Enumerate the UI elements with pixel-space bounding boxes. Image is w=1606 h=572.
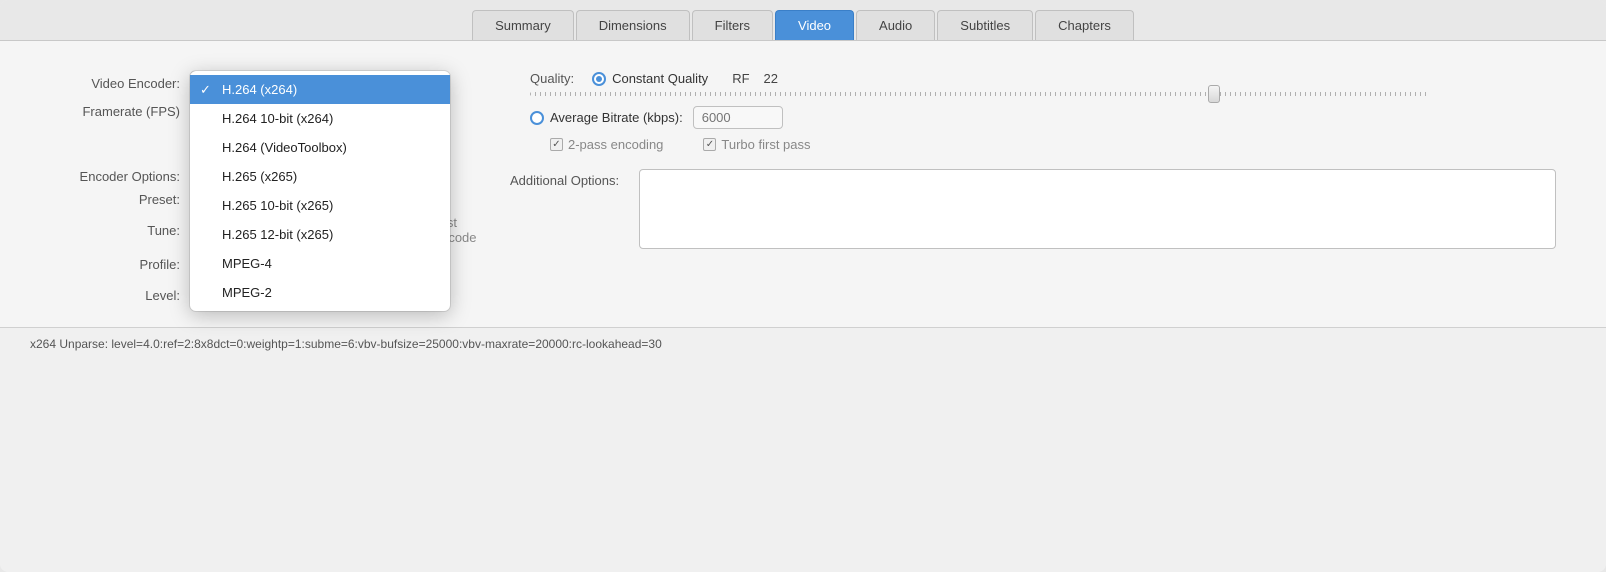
dropdown-item-label: MPEG-2 xyxy=(222,285,272,300)
constant-quality-radio[interactable] xyxy=(592,72,606,86)
bitrate-input[interactable] xyxy=(693,106,783,129)
dropdown-item-label: H.265 12-bit (x265) xyxy=(222,227,333,242)
turbo-checkbox-container[interactable]: Turbo first pass xyxy=(703,137,810,152)
rf-label: RF xyxy=(732,71,749,86)
avg-bitrate-radio-container[interactable]: Average Bitrate (kbps): xyxy=(530,110,683,125)
quality-top-row: Quality: Constant Quality RF 22 xyxy=(530,71,1556,86)
dropdown-item-h264-x264[interactable]: ✓ H.264 (x264) xyxy=(190,75,450,104)
app-window: Summary Dimensions Filters Video Audio S… xyxy=(0,0,1606,572)
quality-slider-thumb[interactable] xyxy=(1208,85,1220,103)
encoder-options-label: Encoder Options: xyxy=(50,169,180,184)
encoder-dropdown-menu: ✓ H.264 (x264) H.264 10-bit (x264) H.264… xyxy=(190,71,450,311)
dropdown-item-h265-12bit[interactable]: H.265 12-bit (x265) xyxy=(190,220,450,249)
tune-label: Tune: xyxy=(50,223,180,238)
quality-slider-container xyxy=(530,92,1556,96)
constant-quality-label: Constant Quality xyxy=(612,71,708,86)
status-text: x264 Unparse: level=4.0:ref=2:8x8dct=0:w… xyxy=(30,337,662,351)
additional-options-input[interactable] xyxy=(639,169,1556,249)
tab-audio[interactable]: Audio xyxy=(856,10,935,40)
avg-bitrate-label: Average Bitrate (kbps): xyxy=(550,110,683,125)
quality-label: Quality: xyxy=(530,71,574,86)
encoder-label: Video Encoder: xyxy=(50,76,180,91)
quality-slider-track[interactable] xyxy=(530,92,1430,96)
dropdown-item-h264-10bit[interactable]: H.264 10-bit (x264) xyxy=(190,104,450,133)
additional-options-label: Additional Options: xyxy=(510,173,619,188)
additional-options-section: Additional Options: xyxy=(510,169,1556,249)
tab-dimensions[interactable]: Dimensions xyxy=(576,10,690,40)
left-column: Video Encoder: H.264 (x264) ▲▼ ✓ H.264 (… xyxy=(50,71,490,119)
dropdown-item-label: H.264 10-bit (x264) xyxy=(222,111,333,126)
bitrate-row: Average Bitrate (kbps): xyxy=(530,106,1556,129)
status-bar: x264 Unparse: level=4.0:ref=2:8x8dct=0:w… xyxy=(0,327,1606,359)
turbo-checkbox[interactable] xyxy=(703,138,716,151)
checkmark-icon: ✓ xyxy=(200,82,211,98)
dropdown-item-mpeg4[interactable]: MPEG-4 xyxy=(190,249,450,278)
two-pass-checkbox[interactable] xyxy=(550,138,563,151)
encoder-dropdown-area: H.264 (x264) ▲▼ ✓ H.264 (x264) H.264 10-… xyxy=(190,71,440,96)
avg-bitrate-radio[interactable] xyxy=(530,111,544,125)
profile-label: Profile: xyxy=(50,257,180,272)
dropdown-item-label: H.264 (VideoToolbox) xyxy=(222,140,347,155)
framerate-label: Framerate (FPS) xyxy=(50,104,180,119)
dropdown-item-mpeg2[interactable]: MPEG-2 xyxy=(190,278,450,307)
level-label: Level: xyxy=(50,288,180,303)
main-content: Video Encoder: H.264 (x264) ▲▼ ✓ H.264 (… xyxy=(0,41,1606,327)
dropdown-item-label: MPEG-4 xyxy=(222,256,272,271)
tab-bar: Summary Dimensions Filters Video Audio S… xyxy=(0,0,1606,41)
dropdown-item-label: H.264 (x264) xyxy=(222,82,297,97)
tab-summary[interactable]: Summary xyxy=(472,10,574,40)
dropdown-item-h265-x265[interactable]: H.265 (x265) xyxy=(190,162,450,191)
rf-value: 22 xyxy=(764,71,778,86)
two-pass-label: 2-pass encoding xyxy=(568,137,663,152)
turbo-label: Turbo first pass xyxy=(721,137,810,152)
dropdown-item-label: H.265 10-bit (x265) xyxy=(222,198,333,213)
tab-subtitles[interactable]: Subtitles xyxy=(937,10,1033,40)
tab-video[interactable]: Video xyxy=(775,10,854,40)
tab-chapters[interactable]: Chapters xyxy=(1035,10,1134,40)
dropdown-item-h265-10bit[interactable]: H.265 10-bit (x265) xyxy=(190,191,450,220)
preset-label: Preset: xyxy=(50,192,180,207)
two-pass-checkbox-container[interactable]: 2-pass encoding xyxy=(550,137,663,152)
pass-row: 2-pass encoding Turbo first pass xyxy=(550,137,1556,152)
tab-filters[interactable]: Filters xyxy=(692,10,773,40)
encoder-row: Video Encoder: H.264 (x264) ▲▼ ✓ H.264 (… xyxy=(50,71,490,96)
dropdown-item-h264-videotoolbox[interactable]: H.264 (VideoToolbox) xyxy=(190,133,450,162)
additional-options-row: Additional Options: xyxy=(510,169,1556,249)
dropdown-item-label: H.265 (x265) xyxy=(222,169,297,184)
right-column: Quality: Constant Quality RF 22 xyxy=(530,71,1556,152)
constant-quality-radio-container[interactable]: Constant Quality xyxy=(592,71,708,86)
